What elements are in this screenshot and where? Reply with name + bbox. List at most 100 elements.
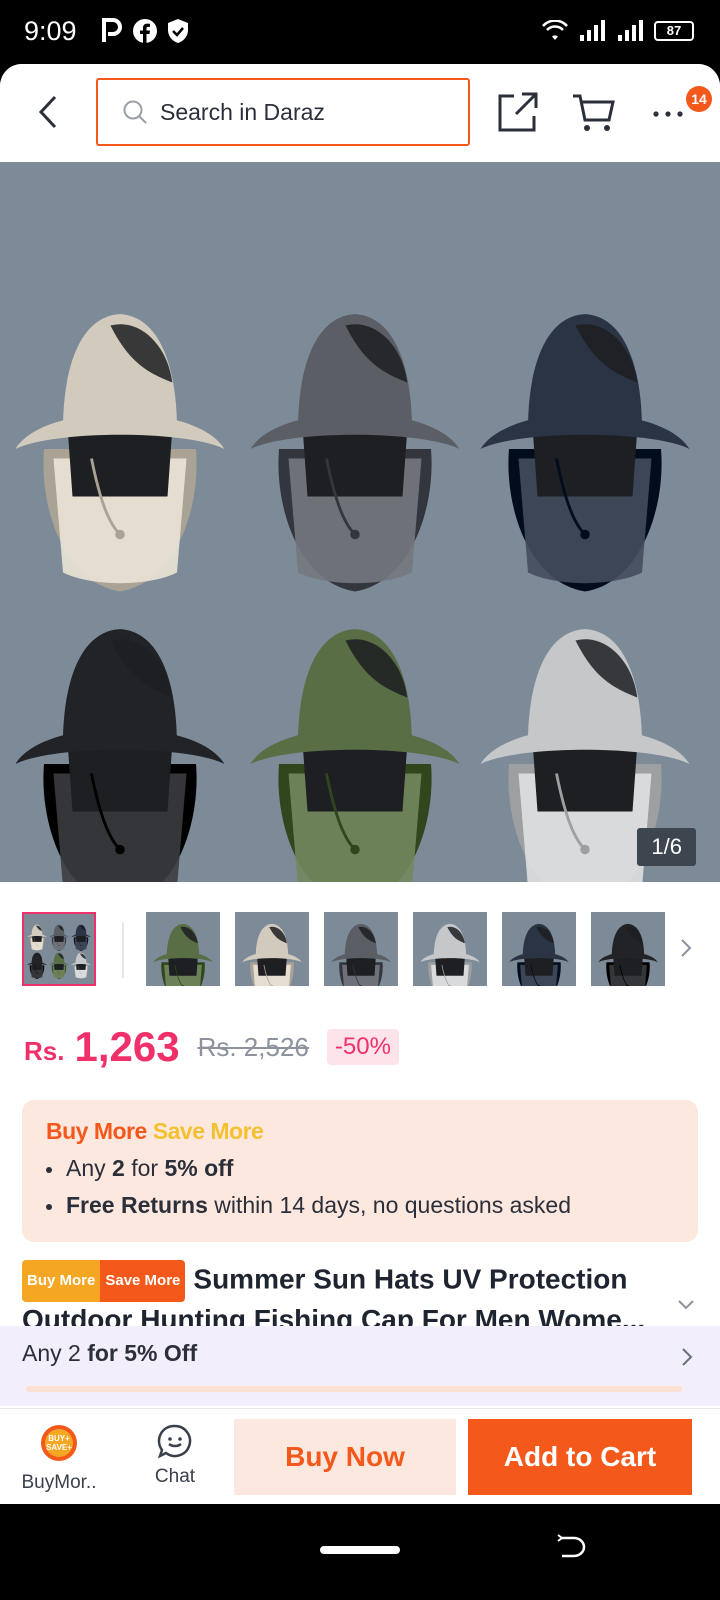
discount-badge: -50% <box>326 1029 399 1065</box>
thumb-hat-6 <box>71 952 91 979</box>
promo-line1-prefix: Any <box>66 1155 113 1181</box>
search-icon <box>123 100 147 124</box>
buy-more-tag: Buy More Save More <box>22 1260 186 1302</box>
svg-text:SAVE+: SAVE+ <box>46 1443 72 1452</box>
chevron-right-icon <box>682 1348 693 1366</box>
back-arrow-icon <box>38 95 57 129</box>
back-gesture-icon[interactable] <box>556 1532 586 1562</box>
price-currency: Rs. <box>24 1035 65 1066</box>
status-time: 9:09 <box>24 16 77 46</box>
thumb-hat <box>331 923 391 1003</box>
search-input[interactable]: Search in Daraz <box>96 78 470 146</box>
buy-more-button[interactable]: BUY+ SAVE+ BuyMor.. <box>14 1423 104 1495</box>
thumbnail-5[interactable] <box>413 912 487 1003</box>
thumb-hat <box>598 923 658 1003</box>
promo-line-discount: Any 2 for 5% off <box>46 1155 674 1182</box>
bottom-action-bar: BUY+ SAVE+ BuyMor.. Chat Buy Now Add to … <box>0 1408 720 1504</box>
thumb-hat-4 <box>27 952 47 979</box>
status-bar: 9:09 87 <box>0 0 720 64</box>
thumb-hat-1 <box>27 924 47 951</box>
chat-label: Chat <box>154 1466 196 1487</box>
thumbnail-grid-image <box>27 924 91 979</box>
signal-icon <box>580 20 605 41</box>
promo-title: Buy More Save More <box>46 1118 674 1145</box>
hat-1 <box>15 314 225 592</box>
thumb-hat <box>242 923 302 1003</box>
shield-icon <box>168 19 188 43</box>
chat-icon <box>157 1424 192 1459</box>
thumbnail-3[interactable] <box>235 912 309 1003</box>
system-nav-bar <box>0 1504 720 1600</box>
share-icon <box>498 92 538 132</box>
search-placeholder: Search in Daraz <box>160 98 325 125</box>
hat-4 <box>15 629 225 882</box>
promo-title-save: Save More <box>152 1118 264 1144</box>
promo-line2-bold: Free Returns <box>66 1192 208 1218</box>
thumbnail-image <box>242 923 302 1003</box>
bullet <box>46 1166 52 1173</box>
svg-text:BUY+: BUY+ <box>48 1434 70 1443</box>
product-page: Search in Daraz 14 1/6 Rs. 1,263 Rs. 2,5… <box>0 64 720 1504</box>
notification-icons <box>100 18 190 44</box>
promo-card[interactable]: Buy More Save More Any 2 for 5% off Free … <box>22 1100 698 1242</box>
deal-bold: for 5% Off <box>87 1340 198 1366</box>
thumbnail-image <box>509 923 569 1003</box>
thumb-hat <box>509 923 569 1003</box>
deal-chevron <box>680 1346 694 1368</box>
buy-now-button[interactable]: Buy Now <box>234 1419 456 1495</box>
facebook-icon <box>133 19 157 43</box>
hat-5 <box>250 629 460 882</box>
image-counter: 1/6 <box>637 828 696 866</box>
buy-more-label: BuyMor.. <box>21 1472 97 1493</box>
product-image[interactable]: 1/6 <box>0 162 720 882</box>
parking-icon <box>102 18 122 42</box>
cart-button[interactable] <box>572 90 616 134</box>
thumbnail-1[interactable] <box>22 912 96 986</box>
thumb-hat <box>153 923 213 1003</box>
chevron-down-icon <box>678 1300 694 1310</box>
thumbnail-image <box>598 923 658 1003</box>
cart-icon <box>573 94 615 131</box>
hat-3 <box>480 314 690 592</box>
deal-progress-bar <box>26 1386 682 1392</box>
back-button[interactable] <box>28 90 68 134</box>
thumbnail-image <box>153 923 213 1003</box>
thumbnail-image <box>420 923 480 1003</box>
battery-icon: 87 <box>654 21 694 41</box>
thumbnail-next-button[interactable] <box>676 936 696 960</box>
thumbnail-6[interactable] <box>502 912 576 1003</box>
bundle-deal-row[interactable]: Any 2 for 5% Off <box>0 1326 720 1406</box>
deal-prefix: Any 2 <box>22 1340 88 1366</box>
share-button[interactable] <box>496 90 540 134</box>
wifi-icon <box>542 20 568 40</box>
price-original: Rs. 2,526 <box>197 1031 309 1062</box>
cart-badge: 14 <box>686 86 712 112</box>
home-gesture-pill[interactable] <box>320 1546 400 1554</box>
tag-save: Save More <box>100 1260 186 1302</box>
header: Search in Daraz 14 <box>0 64 720 162</box>
bullet <box>46 1203 52 1210</box>
thumbnail-image <box>331 923 391 1003</box>
expand-title-button[interactable] <box>676 1296 696 1312</box>
promo-line-returns: Free Returns within 14 days, no question… <box>46 1192 674 1219</box>
thumbnail-strip <box>0 882 720 1012</box>
signal-icon-2 <box>618 20 643 41</box>
thumbnail-divider <box>122 922 124 978</box>
thumbnail-7[interactable] <box>591 912 665 1003</box>
price-current: 1,263 <box>74 1023 180 1070</box>
buy-more-icon: BUY+ SAVE+ <box>41 1425 77 1461</box>
tag-buy: Buy More <box>22 1260 101 1302</box>
thumbnail-2[interactable] <box>146 912 220 1003</box>
add-to-cart-button[interactable]: Add to Cart <box>468 1419 692 1495</box>
thumb-hat-2 <box>49 924 69 951</box>
promo-line2-rest: within 14 days, no questions asked <box>207 1192 571 1218</box>
chat-button[interactable]: Chat <box>140 1423 210 1495</box>
thumbnail-4[interactable] <box>324 912 398 1003</box>
thumb-hat <box>420 923 480 1003</box>
promo-title-buy: Buy More <box>46 1118 147 1144</box>
promo-line1-qty: 2 <box>112 1155 125 1181</box>
system-icons: 87 <box>542 20 694 42</box>
thumb-hat-3 <box>71 924 91 951</box>
hats-illustration <box>15 314 690 882</box>
thumb-hat-5 <box>49 952 69 979</box>
